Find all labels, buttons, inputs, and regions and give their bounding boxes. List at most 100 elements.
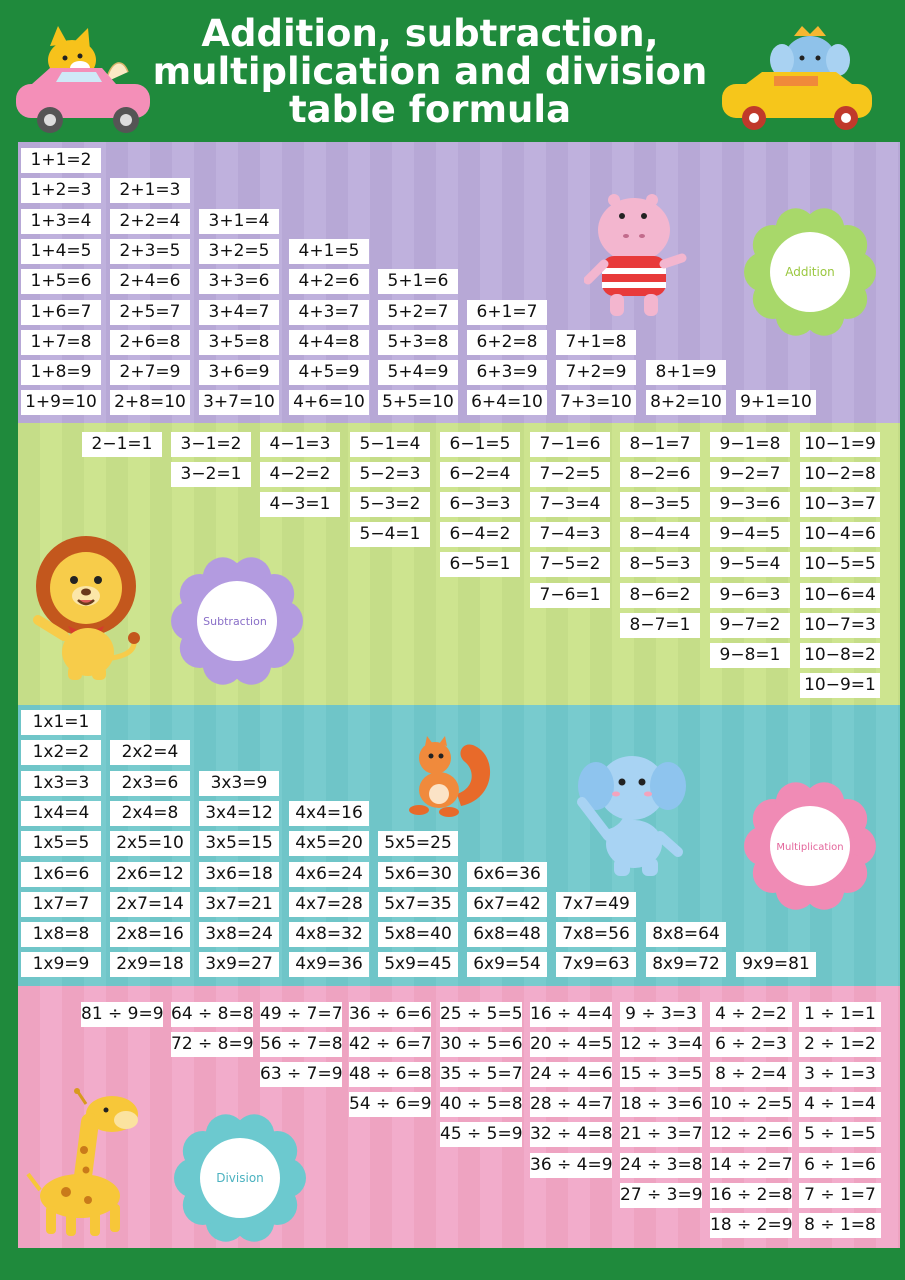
multiplication-cell: 6x7=42 [467,891,547,917]
multiplication-cell: 5x7=35 [378,891,458,917]
subtraction-cell: 9−8=1 [710,642,790,668]
addition-cell: 1+9=10 [21,390,101,416]
addition-cell: 3+1=4 [199,208,279,234]
addition-cell: 5+1=6 [378,269,458,295]
squirrel-icon [409,736,491,817]
multiplication-cell: 3x6=18 [199,861,279,887]
multiplication-cell: 1x4=4 [21,800,101,826]
division-cell: 5 ÷ 1=5 [799,1122,881,1148]
addition-cell: 5+5=10 [378,390,458,416]
division-cell: 9 ÷ 3=3 [620,1002,702,1027]
addition-cell: 6+2=8 [467,329,547,355]
subtraction-cell: 3−2=1 [171,462,251,488]
subtraction-cell: 7−4=3 [530,522,610,548]
subtraction-badge: Subtraction [171,557,303,685]
division-cell: 3 ÷ 1=3 [799,1062,881,1088]
multiplication-cell: 2x3=6 [110,770,190,796]
division-cell: 18 ÷ 3=6 [620,1092,703,1118]
poster-title-line-2: multiplication and division [152,50,708,93]
multiplication-badge-label: Multiplication [776,842,843,853]
multiplication-cell: 6x6=36 [467,861,547,887]
addition-cell: 3+3=6 [199,269,279,295]
division-cell: 4 ÷ 1=4 [799,1092,881,1118]
giraffe-icon [26,1088,138,1236]
subtraction-cell: 3−1=2 [171,432,251,457]
addition-cell: 1+4=5 [21,238,101,264]
division-cell: 35 ÷ 5=7 [440,1062,523,1088]
multiplication-cell: 4x6=24 [289,861,369,887]
subtraction-cell: 8−5=3 [620,552,700,578]
multiplication-cell: 4x4=16 [289,800,369,826]
multiplication-cell: 7x9=63 [556,952,636,978]
multiplication-cell: 3x5=15 [199,831,279,857]
lion-icon [33,536,140,680]
subtraction-cell: 5−2=3 [350,462,430,488]
multiplication-cell: 5x9=45 [378,952,458,978]
addition-cell: 2+5=7 [110,299,190,325]
subtraction-cell: 8−6=2 [620,582,700,608]
poster-title-line-3: table formula [288,88,572,131]
multiplication-cell: 2x9=18 [110,952,190,978]
subtraction-badge-label: Subtraction [203,615,267,628]
subtraction-cell: 10−8=2 [800,642,880,668]
division-cell: 24 ÷ 3=8 [620,1152,703,1178]
addition-cell: 7+3=10 [556,390,636,416]
division-cell: 40 ÷ 5=8 [440,1092,523,1118]
division-cell: 25 ÷ 5=5 [440,1002,523,1027]
subtraction-cell: 7−2=5 [530,462,610,488]
division-cell: 15 ÷ 3=5 [620,1062,703,1088]
addition-cell: 4+6=10 [289,390,369,416]
subtraction-cell: 7−5=2 [530,552,610,578]
multiplication-cell: 6x9=54 [467,952,547,978]
subtraction-cell: 9−6=3 [710,582,790,608]
addition-cell: 8+1=9 [646,360,726,386]
subtraction-cell: 5−3=2 [350,492,430,518]
multiplication-cell: 1x5=5 [21,831,101,857]
division-cell: 1 ÷ 1=1 [799,1002,881,1027]
addition-badge: Addition [744,208,876,336]
division-cell: 56 ÷ 7=8 [260,1032,343,1058]
subtraction-cell: 6−1=5 [440,432,520,457]
addition-cell: 3+5=8 [199,329,279,355]
division-badge: Division [174,1114,306,1242]
multiplication-cell: 5x6=30 [378,861,458,887]
division-cell: 32 ÷ 4=8 [530,1122,613,1148]
division-cell: 6 ÷ 2=3 [710,1032,792,1058]
division-cell: 27 ÷ 3=9 [620,1182,703,1208]
addition-cell: 2+7=9 [110,360,190,386]
elephant-icon [577,756,686,876]
subtraction-cell: 9−2=7 [710,462,790,488]
multiplication-cell: 8x8=64 [646,922,726,948]
division-cell: 8 ÷ 2=4 [710,1062,792,1088]
division-cell: 12 ÷ 3=4 [620,1032,703,1058]
subtraction-cell: 10−3=7 [800,492,880,518]
subtraction-cell: 10−5=5 [800,552,880,578]
addition-cell: 3+4=7 [199,299,279,325]
division-cell: 72 ÷ 8=9 [171,1032,254,1058]
addition-cell: 4+5=9 [289,360,369,386]
multiplication-cell: 4x5=20 [289,831,369,857]
division-cell: 28 ÷ 4=7 [530,1092,613,1118]
addition-cell: 3+6=9 [199,360,279,386]
division-badge-label: Division [216,1171,264,1185]
division-cell: 18 ÷ 2=9 [710,1212,793,1238]
addition-cell: 7+2=9 [556,360,636,386]
addition-cell: 3+2=5 [199,238,279,264]
division-cell: 48 ÷ 6=8 [349,1062,432,1088]
multiplication-cell: 2x7=14 [110,891,190,917]
addition-cell: 4+1=5 [289,238,369,264]
multiplication-cell: 2x8=16 [110,922,190,948]
addition-cell: 6+4=10 [467,390,547,416]
division-cell: 16 ÷ 2=8 [710,1182,793,1208]
multiplication-cell: 1x3=3 [21,770,101,796]
subtraction-cell: 6−5=1 [440,552,520,578]
division-cell: 14 ÷ 2=7 [710,1152,793,1178]
multiplication-cell: 9x9=81 [736,952,816,978]
subtraction-cell: 8−2=6 [620,462,700,488]
addition-cell: 5+2=7 [378,299,458,325]
addition-cell: 5+4=9 [378,360,458,386]
multiplication-cell: 2x4=8 [110,800,190,826]
addition-cell: 1+7=8 [21,329,101,355]
subtraction-cell: 2−1=1 [82,432,162,457]
addition-cell: 7+1=8 [556,329,636,355]
